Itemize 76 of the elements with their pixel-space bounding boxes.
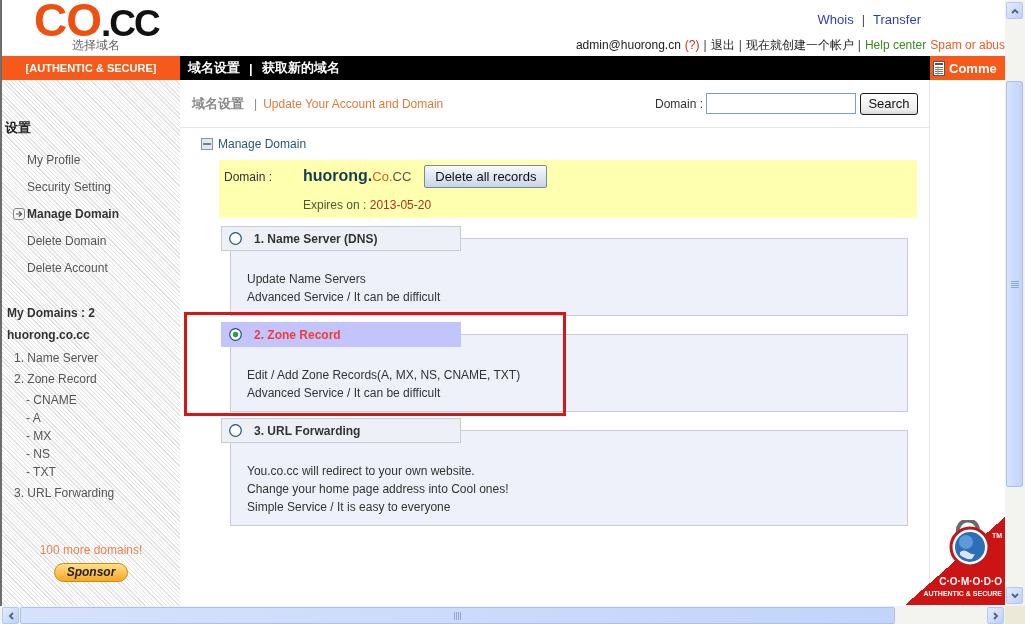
domain-menu-item[interactable]: 2. Zone Record [14, 369, 97, 390]
help-link[interactable]: (?) [684, 38, 700, 52]
logo-caption: 选择域名 [72, 38, 121, 52]
field-label: Domain : [224, 168, 273, 185]
field-label: Domain : [654, 96, 703, 111]
brand-text: C·O·M·O·D·O [939, 577, 1002, 587]
promo-text: 100 more domains! [39, 543, 143, 557]
option-description: You.co.cc will redirect to your own website. [247, 463, 475, 480]
separator-text: | [857, 38, 861, 52]
scroll-left-button[interactable] [2, 607, 19, 624]
sidebar-item[interactable]: My Profile [27, 151, 81, 168]
horizontal-scrollbar[interactable] [0, 606, 1005, 624]
radio-button[interactable] [229, 424, 242, 437]
separator-text: | [861, 13, 866, 27]
account-link[interactable]: 退出 [710, 38, 735, 52]
scroll-thumb[interactable] [1006, 81, 1023, 487]
domain-heading[interactable]: huorong.co.cc [7, 324, 90, 346]
tagline-banner: [AUTHENTIC & SECURE] [2, 56, 180, 80]
scroll-thumb[interactable] [20, 607, 895, 624]
section-heading: Manage Domain [218, 137, 307, 151]
domain-menu-item[interactable]: - A [26, 409, 41, 427]
radio-button[interactable] [229, 232, 242, 245]
scroll-right-button[interactable] [987, 607, 1004, 624]
separator-text: | [249, 60, 253, 76]
domain-search-field[interactable] [706, 93, 856, 114]
option-description: Advanced Service / It can be difficult [247, 385, 441, 402]
page-subtitle: Update Your Account and Domain [263, 96, 444, 111]
site-logo[interactable]: CO.CC [34, 0, 159, 38]
option-description: Advanced Service / It can be difficult [247, 289, 441, 306]
option-description: Change your home page address into Cool ones! [247, 481, 509, 498]
chevron-down-icon [1009, 590, 1020, 601]
sidebar-heading: 设置 [4, 120, 31, 136]
sidebar-item[interactable]: Security Setting [27, 178, 112, 195]
domains-heading: My Domains : 2 [7, 305, 96, 322]
help-center-link[interactable]: Help center [864, 38, 927, 52]
separator-text: | [703, 38, 707, 52]
chevron-right-icon [990, 610, 1001, 621]
sponsor-button[interactable]: Sponsor [54, 563, 128, 582]
document-icon [933, 60, 945, 76]
domain-menu-item[interactable]: 3. URL Forwarding [14, 483, 115, 504]
option-tab[interactable]: 3. URL Forwarding [221, 418, 461, 443]
expiry-date: Expires on : 2013-05-20 [303, 197, 432, 213]
scroll-up-button[interactable] [1006, 2, 1023, 19]
sidebar-item[interactable]: Manage Domain [27, 205, 119, 222]
domain-menu-item[interactable]: 1. Name Server [14, 348, 99, 369]
sidebar-item[interactable]: Delete Account [27, 259, 108, 276]
scrollbar-corner [1005, 606, 1025, 624]
top-link[interactable]: Transfer [873, 13, 921, 27]
separator-text: | [254, 96, 258, 111]
search-button[interactable]: Search [860, 92, 918, 115]
box-icon[interactable] [201, 138, 213, 150]
separator-text: | [738, 38, 742, 52]
grip-icon [1010, 280, 1019, 288]
domain-menu-item[interactable]: - NS [26, 445, 50, 463]
delete-records-button[interactable]: Delete all records [424, 165, 548, 188]
domain-menu-item[interactable]: - CNAME [26, 391, 77, 409]
sidebar-item[interactable]: Delete Domain [27, 232, 107, 249]
domain-menu-item[interactable]: - TXT [26, 463, 56, 481]
option-tab[interactable]: 1. Name Server (DNS) [221, 226, 461, 251]
scroll-down-button[interactable] [1006, 587, 1023, 604]
account-email: admin@huorong.cn [575, 38, 681, 52]
domain-name: huorong.Co.CC [303, 166, 412, 186]
section-title: 域名设置 [192, 94, 244, 113]
option-description: Simple Service / It is easy to everyone [247, 499, 451, 516]
domain-menu-item[interactable]: - MX [26, 427, 52, 445]
option-description: Edit / Add Zone Records(A, MX, NS, CNAME, TXT) [247, 367, 521, 384]
top-link[interactable]: Whois [817, 13, 854, 27]
globe-lock-icon [947, 520, 991, 567]
radio-button[interactable] [229, 328, 242, 341]
nav-link[interactable]: 域名设置 [188, 59, 240, 77]
vertical-scrollbar[interactable] [1005, 0, 1025, 606]
account-link[interactable]: 现在就创建一个帐户 [745, 38, 854, 52]
nav-link[interactable]: 获取新的域名 [261, 59, 340, 77]
option-description: Update Name Servers [247, 271, 366, 288]
grip-icon [454, 611, 461, 620]
arrow-icon [13, 207, 25, 220]
